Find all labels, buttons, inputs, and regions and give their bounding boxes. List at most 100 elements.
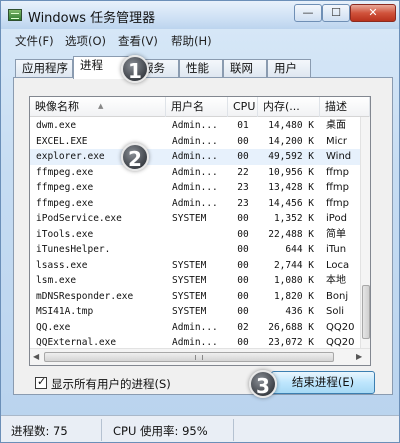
process-rows: dwm.exe Admin... 01 14,480 K 桌面 EXCEL.EXE Admi… bbox=[30, 118, 360, 351]
title-bar[interactable]: Windows 任务管理器 — ☐ ✕ bbox=[1, 1, 399, 29]
process-memory: 26,688 K bbox=[268, 321, 314, 333]
process-row[interactable]: ffmpeg.exe Admin... 22 10,956 K ffmp bbox=[30, 165, 360, 181]
tab-networking[interactable]: 联网 bbox=[223, 59, 267, 78]
process-row[interactable]: ffmpeg.exe Admin... 23 14,456 K ffmp bbox=[30, 196, 360, 212]
vertical-scroll-thumb[interactable] bbox=[362, 285, 370, 339]
process-memory: 1,080 K bbox=[273, 275, 314, 286]
process-description: ffmp bbox=[326, 166, 349, 178]
status-bar: 进程数: 75 CPU 使用率: 95% bbox=[1, 415, 399, 442]
vertical-scrollbar[interactable] bbox=[360, 117, 370, 349]
process-image-name: lsass.exe bbox=[36, 259, 88, 271]
menu-bar: 文件(F) 选项(O) 查看(V) 帮助(H) bbox=[1, 29, 399, 51]
column-user-name[interactable]: 用户名 bbox=[166, 97, 228, 117]
process-user-name: SYSTEM bbox=[172, 259, 207, 271]
process-row[interactable]: explorer.exe Admin... 00 49,592 K Wind bbox=[30, 149, 360, 165]
process-row[interactable]: EXCEL.EXE Admin... 00 14,200 K Micr bbox=[30, 134, 360, 150]
process-cpu: 00 bbox=[237, 259, 249, 271]
process-user-name: Admin... bbox=[172, 197, 218, 209]
process-user-name: Admin... bbox=[172, 166, 218, 178]
process-memory: 14,200 K bbox=[268, 135, 314, 147]
process-description: 简单 bbox=[326, 228, 346, 240]
scroll-left-icon[interactable]: ◀ bbox=[33, 352, 39, 361]
process-row[interactable]: mDNSResponder.exe SYSTEM 00 1,820 K Bonj bbox=[30, 289, 360, 305]
process-row[interactable]: QQ.exe Admin... 02 26,688 K QQ20 bbox=[30, 320, 360, 336]
process-description: 本地 bbox=[326, 275, 346, 286]
tab-users[interactable]: 用户 bbox=[267, 59, 311, 78]
end-process-button[interactable]: 结束进程(E) bbox=[271, 371, 375, 394]
menu-help[interactable]: 帮助(H) bbox=[171, 33, 212, 49]
process-row[interactable]: dwm.exe Admin... 01 14,480 K 桌面 bbox=[30, 118, 360, 134]
show-all-users-checkbox[interactable]: ✓ bbox=[35, 375, 47, 389]
process-cpu: 22 bbox=[237, 166, 249, 178]
process-row[interactable]: lsass.exe SYSTEM 00 2,744 K Loca bbox=[30, 258, 360, 274]
tab-applications[interactable]: 应用程序 bbox=[15, 59, 73, 78]
process-row[interactable]: lsm.exe SYSTEM 00 1,080 K 本地 bbox=[30, 273, 360, 289]
process-cpu: 00 bbox=[237, 151, 249, 162]
maximize-button[interactable]: ☐ bbox=[322, 4, 350, 22]
close-button[interactable]: ✕ bbox=[350, 4, 396, 22]
process-user-name: Admin... bbox=[172, 321, 218, 333]
process-cpu: 00 bbox=[237, 275, 249, 286]
process-cpu: 23 bbox=[237, 182, 249, 193]
process-image-name: EXCEL.EXE bbox=[36, 135, 88, 147]
process-cpu: 00 bbox=[237, 135, 249, 147]
process-image-name: mDNSResponder.exe bbox=[36, 290, 134, 302]
process-description: Loca bbox=[326, 259, 350, 271]
column-image-name[interactable]: 映像名称 ▲ bbox=[30, 97, 166, 117]
checkmark-icon: ✓ bbox=[37, 375, 47, 388]
step-marker-1: 1 bbox=[121, 55, 149, 83]
column-description[interactable]: 描述 bbox=[320, 97, 370, 117]
process-memory: 13,428 K bbox=[268, 182, 314, 193]
column-image-name-label: 映像名称 bbox=[35, 100, 79, 113]
process-row[interactable]: iTools.exe 00 22,488 K 简单 bbox=[30, 227, 360, 243]
process-memory: 1,352 K bbox=[273, 213, 314, 224]
menu-view[interactable]: 查看(V) bbox=[118, 33, 158, 49]
process-user-name: Admin... bbox=[172, 120, 218, 131]
scroll-right-icon[interactable]: ▶ bbox=[356, 352, 362, 361]
minimize-button[interactable]: — bbox=[294, 4, 322, 22]
menu-options[interactable]: 选项(O) bbox=[65, 33, 106, 49]
step-marker-2: 2 bbox=[121, 143, 149, 171]
process-user-name bbox=[166, 227, 228, 243]
process-user-name: Admin... bbox=[172, 151, 218, 162]
process-description: ffmp bbox=[326, 182, 349, 193]
process-image-name: QQ.exe bbox=[36, 321, 71, 333]
process-image-name: iTunesHelper. bbox=[36, 244, 111, 255]
window-title: Windows 任务管理器 bbox=[28, 11, 156, 26]
process-row[interactable]: iPodService.exe SYSTEM 00 1,352 K iPod bbox=[30, 211, 360, 227]
process-memory: 22,488 K bbox=[268, 228, 314, 240]
show-all-users-label: 显示所有用户的进程(S) bbox=[51, 377, 171, 391]
process-memory: 49,592 K bbox=[268, 151, 314, 162]
process-user-name: SYSTEM bbox=[172, 213, 207, 224]
process-cpu: 00 bbox=[237, 290, 249, 302]
process-cpu: 23 bbox=[237, 197, 249, 209]
process-list[interactable]: 映像名称 ▲ 用户名 CPU 内存(... 描述 dwm.exe Admin...… bbox=[29, 96, 371, 366]
status-divider bbox=[233, 419, 234, 441]
status-divider bbox=[101, 419, 102, 441]
process-row[interactable]: ffmpeg.exe Admin... 23 13,428 K ffmp bbox=[30, 180, 360, 196]
process-image-name: iTools.exe bbox=[36, 228, 94, 240]
process-cpu: 01 bbox=[237, 120, 249, 131]
cpu-usage: CPU 使用率: 95% bbox=[113, 424, 208, 438]
horizontal-scroll-thumb[interactable] bbox=[44, 352, 334, 362]
column-cpu[interactable]: CPU bbox=[228, 97, 258, 117]
tab-performance[interactable]: 性能 bbox=[179, 59, 223, 78]
process-description: Soli bbox=[326, 306, 345, 317]
process-count: 进程数: 75 bbox=[11, 424, 68, 438]
process-description: QQ20 bbox=[326, 321, 355, 333]
process-user-name: Admin... bbox=[172, 182, 218, 193]
process-memory: 644 K bbox=[285, 244, 314, 255]
process-memory: 14,480 K bbox=[268, 120, 314, 131]
process-image-name: lsm.exe bbox=[36, 275, 77, 286]
process-user-name: SYSTEM bbox=[172, 290, 207, 302]
process-memory: 2,744 K bbox=[273, 259, 314, 271]
process-memory: 14,456 K bbox=[268, 197, 314, 209]
process-row[interactable]: MSI41A.tmp SYSTEM 00 436 K Soli bbox=[30, 304, 360, 320]
process-row[interactable]: iTunesHelper. 00 644 K iTun bbox=[30, 242, 360, 258]
process-image-name: ffmpeg.exe bbox=[36, 182, 94, 193]
process-image-name: ffmpeg.exe bbox=[36, 166, 94, 178]
menu-file[interactable]: 文件(F) bbox=[15, 33, 54, 49]
process-cpu: 00 bbox=[237, 306, 249, 317]
column-memory[interactable]: 内存(... bbox=[258, 97, 320, 117]
horizontal-scrollbar[interactable]: ◀ ▶ bbox=[30, 348, 370, 365]
